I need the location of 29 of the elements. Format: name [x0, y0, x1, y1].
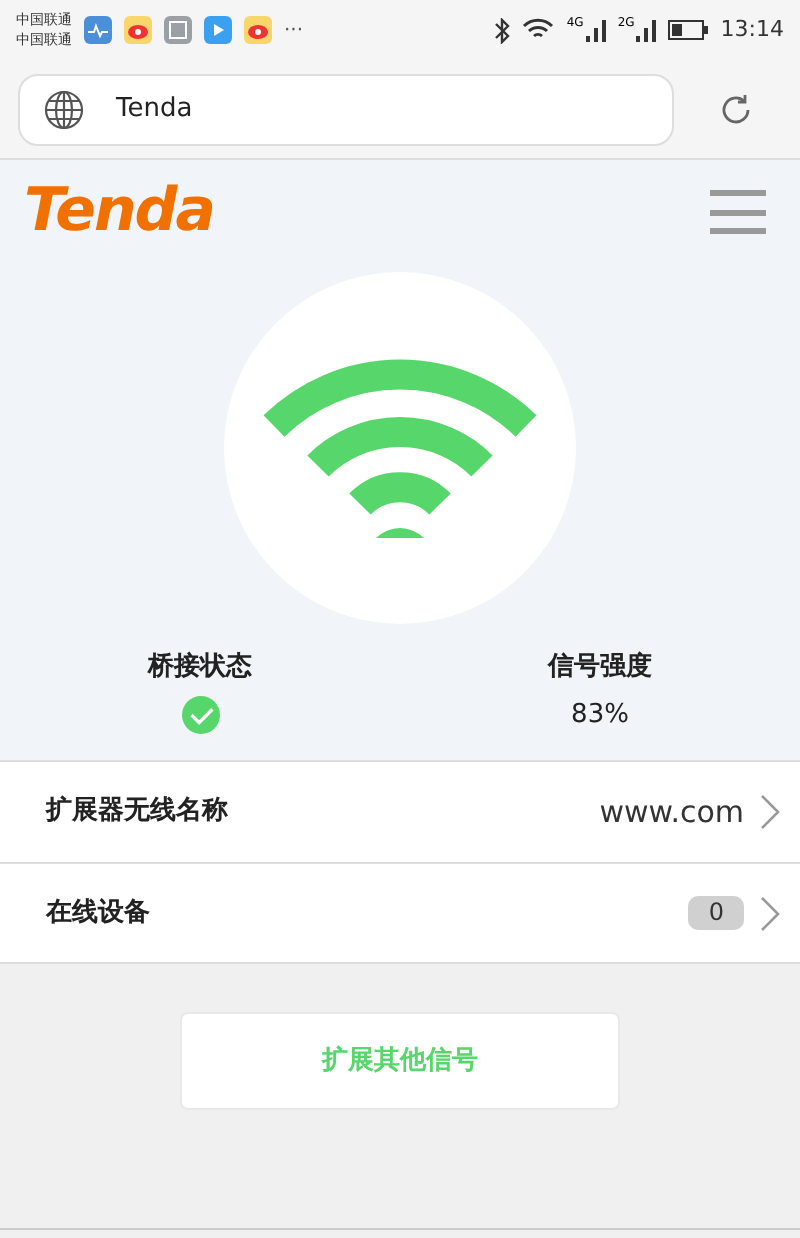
wifi-icon — [522, 18, 555, 42]
row-label: 在线设备 — [46, 895, 152, 932]
address-field[interactable]: Tenda — [18, 73, 674, 145]
more-indicator: ··· — [284, 17, 304, 45]
reload-icon — [718, 91, 754, 127]
bluetooth-icon — [494, 17, 511, 43]
heart-rate-icon — [84, 16, 112, 44]
chevron-right-icon — [760, 895, 780, 931]
battery-icon — [668, 20, 709, 40]
globe-icon — [44, 89, 84, 129]
settings-row[interactable]: 扩展器无线名称 www.com — [0, 762, 800, 862]
device-count-badge: 0 — [688, 896, 744, 930]
settings-row[interactable]: 在线设备 0 — [0, 862, 800, 962]
signal-strength-value: 83% — [571, 697, 629, 733]
play-icon — [204, 16, 232, 44]
chevron-right-icon — [760, 794, 780, 830]
url-text: Tenda — [116, 91, 193, 128]
menu-button[interactable] — [710, 190, 766, 234]
eye-icon — [244, 16, 272, 44]
image-icon — [164, 16, 192, 44]
row-label: 扩展器无线名称 — [46, 793, 230, 831]
signal-icon — [585, 18, 606, 42]
status-label: 桥接状态 — [148, 649, 252, 686]
clock: 13:14 — [720, 13, 784, 46]
eye-icon — [124, 16, 152, 44]
row-value: www.com — [599, 791, 744, 834]
logo: Tenda — [24, 182, 215, 242]
signal-icon — [636, 18, 657, 42]
status-label: 信号强度 — [548, 649, 652, 686]
